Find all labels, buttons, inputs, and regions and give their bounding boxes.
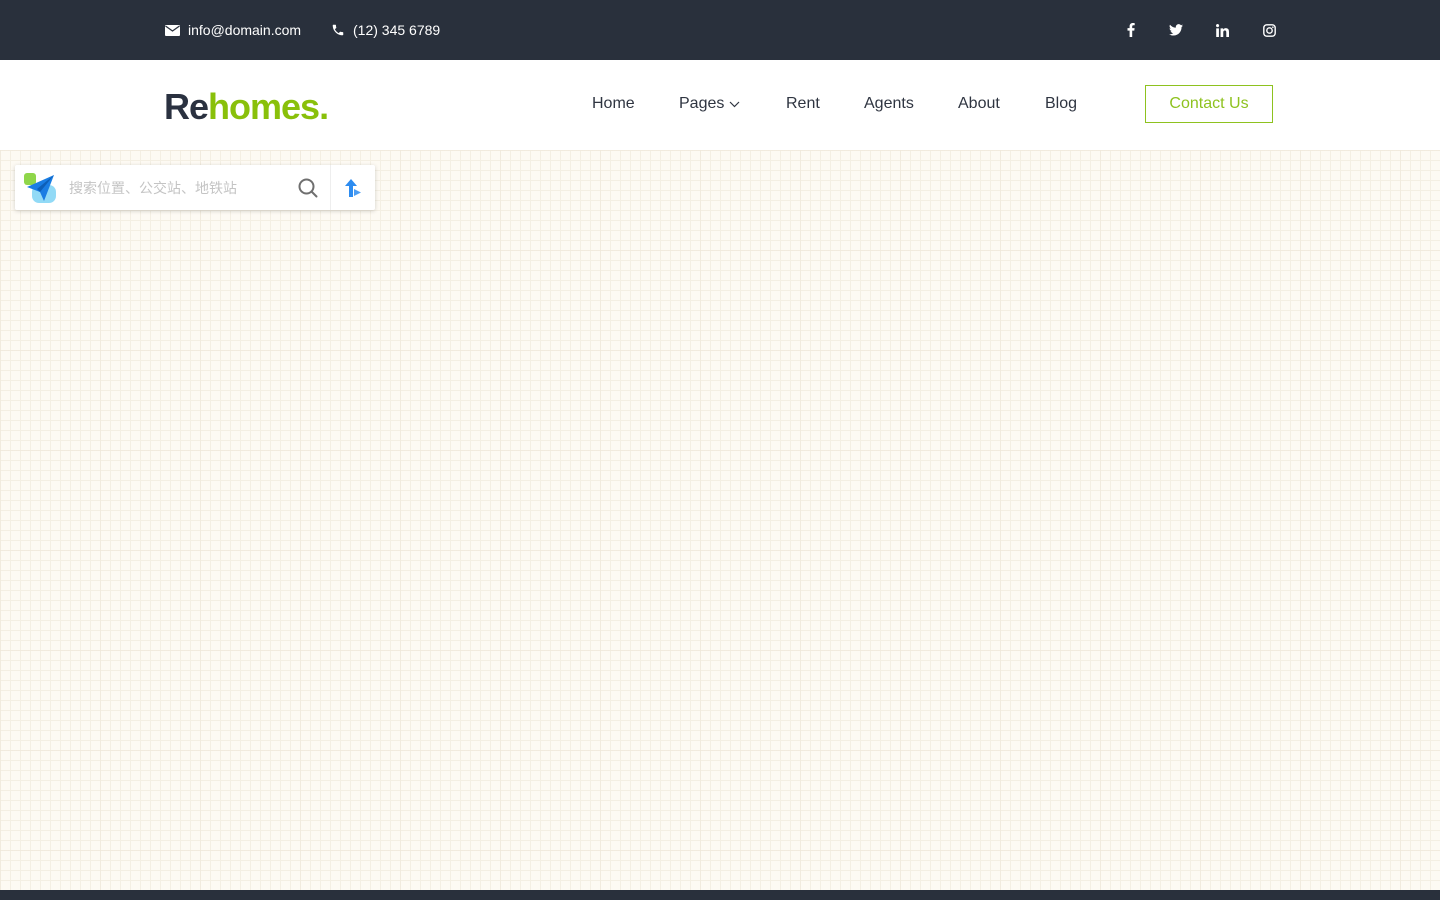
site-logo[interactable]: Rehomes. [164, 86, 329, 127]
facebook-icon[interactable] [1121, 0, 1141, 60]
search-divider [330, 165, 331, 210]
instagram-icon[interactable] [1259, 0, 1279, 60]
map-area[interactable] [0, 150, 1440, 890]
phone-contact[interactable]: (12) 345 6789 [331, 0, 440, 60]
logo-part-re: Re [164, 86, 209, 127]
logo-part-homes: homes. [208, 86, 329, 127]
route-directions-icon[interactable] [341, 176, 365, 200]
contact-us-button[interactable]: Contact Us [1145, 85, 1273, 123]
nav-rent[interactable]: Rent [786, 94, 820, 114]
nav-blog-label: Blog [1045, 95, 1078, 112]
linkedin-icon[interactable] [1212, 0, 1232, 60]
nav-pages[interactable]: Pages [679, 94, 740, 114]
twitter-icon[interactable] [1166, 0, 1186, 60]
map-logo-icon [24, 173, 56, 203]
nav-agents-label: Agents [864, 95, 914, 112]
nav-about-label: About [958, 95, 1000, 112]
top-bar: info@domain.com (12) 345 6789 [0, 0, 1440, 60]
email-text: info@domain.com [188, 22, 302, 38]
main-header: Rehomes. Home Pages Rent Agents About Bl… [0, 60, 1440, 150]
nav-about[interactable]: About [958, 94, 1000, 114]
nav-pages-label: Pages [679, 95, 725, 112]
footer-strip [0, 890, 1440, 900]
map-search-box [15, 165, 375, 210]
envelope-icon [165, 24, 180, 36]
search-icon[interactable] [296, 176, 320, 200]
chevron-down-icon [729, 101, 740, 107]
email-contact[interactable]: info@domain.com [165, 0, 301, 60]
nav-rent-label: Rent [786, 95, 820, 112]
nav-home[interactable]: Home [592, 94, 635, 114]
nav-agents[interactable]: Agents [864, 94, 914, 114]
map-search-input[interactable] [67, 175, 296, 202]
phone-icon [332, 24, 344, 36]
nav-blog[interactable]: Blog [1045, 94, 1077, 114]
nav-home-label: Home [592, 95, 635, 112]
phone-text: (12) 345 6789 [353, 22, 441, 38]
